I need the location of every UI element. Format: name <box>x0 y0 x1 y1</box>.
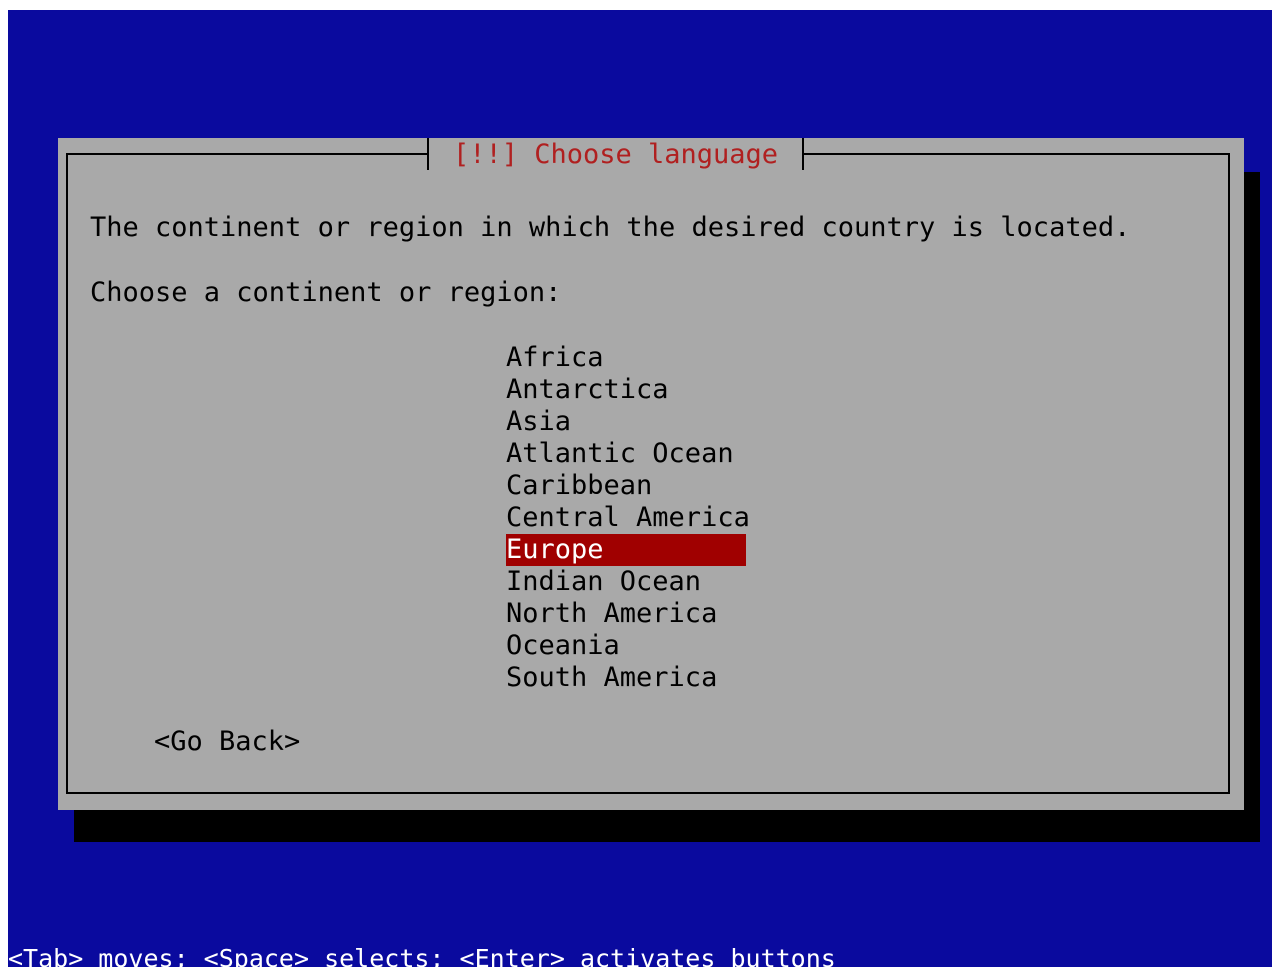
dialog-description: The continent or region in which the des… <box>90 212 1131 243</box>
region-item-atlantic-ocean[interactable]: Atlantic Ocean <box>506 438 746 470</box>
choose-language-dialog: [!!] Choose language The continent or re… <box>58 138 1244 810</box>
dialog-prompt: Choose a continent or region: <box>90 277 562 308</box>
go-back-button[interactable]: <Go Back> <box>154 726 300 758</box>
region-item-europe[interactable]: Europe <box>506 534 746 566</box>
region-list: Africa Antarctica Asia Atlantic Ocean Ca… <box>506 342 750 694</box>
region-item-antarctica[interactable]: Antarctica <box>506 374 746 406</box>
region-item-oceania[interactable]: Oceania <box>506 630 746 662</box>
region-item-asia[interactable]: Asia <box>506 406 746 438</box>
status-bar-help: <Tab> moves; <Space> selects; <Enter> ac… <box>8 943 1272 967</box>
region-item-africa[interactable]: Africa <box>506 342 746 374</box>
region-item-indian-ocean[interactable]: Indian Ocean <box>506 566 746 598</box>
region-item-central-america[interactable]: Central America <box>506 502 750 534</box>
region-item-caribbean[interactable]: Caribbean <box>506 470 746 502</box>
installer-screen: [!!] Choose language The continent or re… <box>8 10 1272 967</box>
region-item-south-america[interactable]: South America <box>506 662 746 694</box>
dialog-title: [!!] Choose language <box>426 138 805 172</box>
region-item-north-america[interactable]: North America <box>506 598 746 630</box>
dialog-title-box: [!!] Choose language <box>58 138 1244 174</box>
